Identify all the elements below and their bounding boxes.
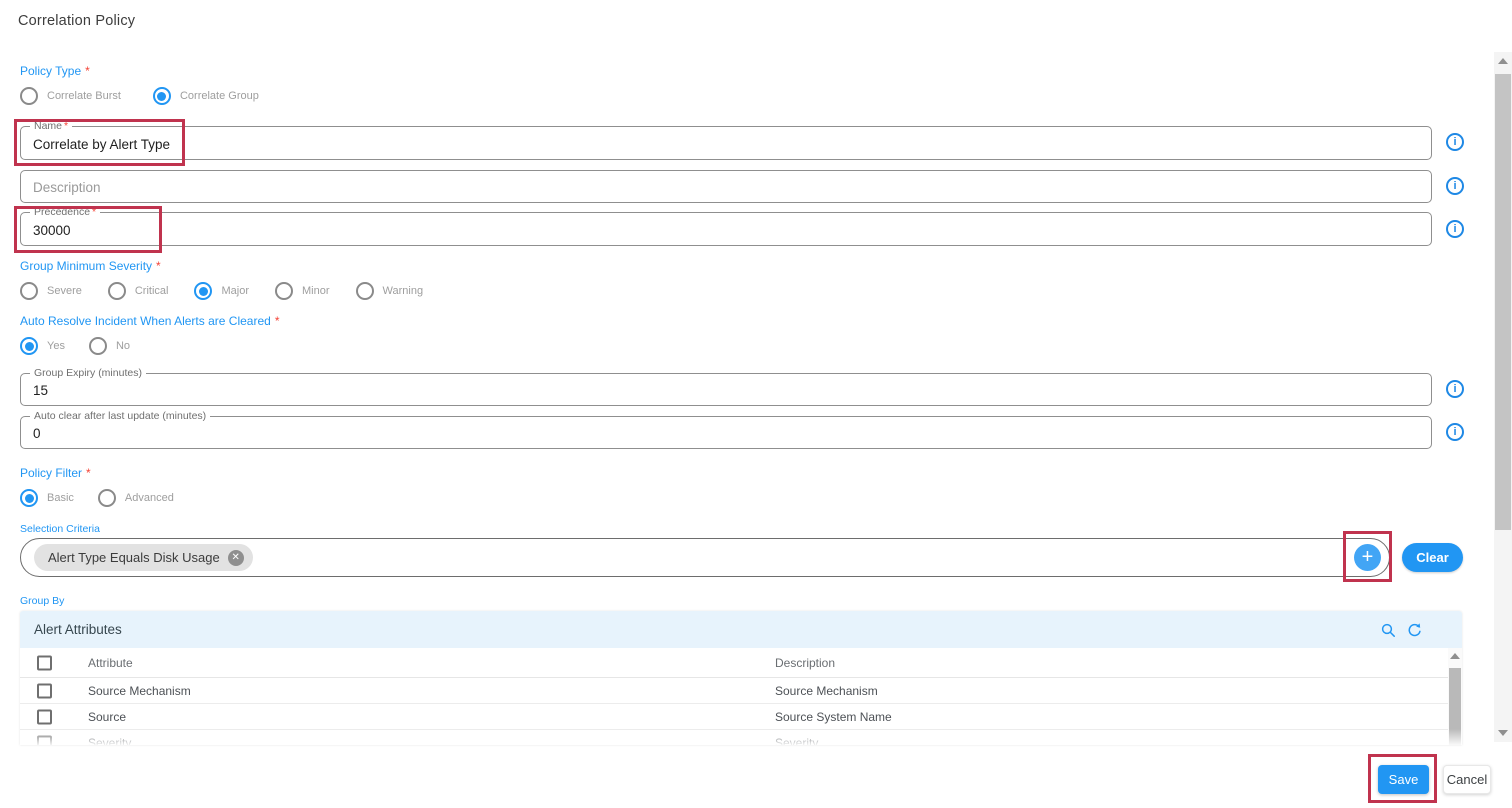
name-field-label: Name* (30, 120, 72, 132)
criteria-chip-label: Alert Type Equals Disk Usage (48, 550, 220, 565)
policy-type-label: Policy Type* (20, 64, 90, 78)
group-expiry-field[interactable]: Group Expiry (minutes) (20, 373, 1432, 406)
cancel-button[interactable]: Cancel (1443, 765, 1491, 794)
radio-icon (98, 489, 116, 507)
row-checkbox[interactable] (37, 709, 52, 724)
chip-close-icon[interactable]: ✕ (228, 550, 244, 566)
criteria-chip[interactable]: Alert Type Equals Disk Usage ✕ (34, 544, 253, 571)
radio-major[interactable]: Major (194, 282, 249, 300)
radio-icon (20, 282, 38, 300)
info-icon[interactable]: i (1446, 220, 1464, 238)
scroll-up-icon[interactable] (1450, 653, 1460, 659)
refresh-icon[interactable] (1406, 622, 1422, 638)
panel-toolbar (1380, 622, 1448, 638)
scrollbar-thumb[interactable] (1449, 668, 1461, 745)
radio-icon (108, 282, 126, 300)
policy-filter-radio-group: Basic Advanced (20, 489, 174, 507)
severity-label: Group Minimum Severity* (20, 259, 161, 273)
radio-correlate-burst[interactable]: Correlate Burst (20, 87, 121, 105)
radio-minor[interactable]: Minor (275, 282, 330, 300)
group-expiry-field-label: Group Expiry (minutes) (30, 367, 146, 379)
info-icon[interactable]: i (1446, 133, 1464, 151)
select-all-checkbox[interactable] (37, 655, 52, 670)
group-by-label: Group By (20, 595, 64, 607)
selection-criteria-container[interactable]: Alert Type Equals Disk Usage ✕ + (20, 538, 1390, 577)
precedence-input[interactable] (21, 213, 1401, 245)
radio-basic[interactable]: Basic (20, 489, 74, 507)
group-expiry-input[interactable] (21, 374, 1401, 405)
auto-resolve-label: Auto Resolve Incident When Alerts are Cl… (20, 314, 279, 328)
radio-selected-icon (20, 489, 38, 507)
selection-criteria-label: Selection Criteria (20, 523, 100, 535)
radio-selected-icon (194, 282, 212, 300)
radio-icon (275, 282, 293, 300)
scroll-down-icon[interactable] (1498, 730, 1508, 736)
description-column-header: Description (775, 656, 835, 670)
info-icon[interactable]: i (1446, 177, 1464, 195)
radio-icon (89, 337, 107, 355)
scrollbar-thumb[interactable] (1495, 74, 1511, 530)
auto-clear-input[interactable] (21, 417, 1401, 448)
alert-attributes-header: Alert Attributes (20, 611, 1462, 648)
attribute-column-header: Attribute (88, 656, 133, 670)
table-header-row: Attribute Description (20, 648, 1448, 678)
table-row[interactable]: Source Mechanism Source Mechanism (20, 678, 1448, 704)
correlation-policy-page: Correlation Policy Policy Type* Correlat… (0, 0, 1512, 808)
radio-icon (20, 87, 38, 105)
radio-no[interactable]: No (89, 337, 130, 355)
auto-clear-field-label: Auto clear after last update (minutes) (30, 410, 210, 422)
clear-button[interactable]: Clear (1402, 543, 1463, 572)
radio-warning[interactable]: Warning (356, 282, 424, 300)
radio-yes[interactable]: Yes (20, 337, 65, 355)
required-asterisk: * (85, 64, 90, 78)
severity-radio-group: Severe Critical Major Minor Warning (20, 282, 423, 300)
precedence-field-label: Precedence* (30, 206, 100, 218)
info-icon[interactable]: i (1446, 423, 1464, 441)
table-scrollbar[interactable] (1448, 648, 1462, 745)
page-title: Correlation Policy (18, 13, 135, 29)
table-row[interactable]: Severity Severity (20, 730, 1448, 745)
row-checkbox[interactable] (37, 735, 52, 745)
add-criteria-button[interactable]: + (1354, 544, 1381, 571)
radio-severe[interactable]: Severe (20, 282, 82, 300)
policy-filter-label: Policy Filter* (20, 466, 91, 480)
search-icon[interactable] (1380, 622, 1396, 638)
name-input[interactable] (21, 127, 1401, 159)
page-scrollbar[interactable] (1494, 52, 1512, 742)
precedence-field[interactable]: Precedence* (20, 212, 1432, 246)
alert-attributes-panel: Alert Attributes Attribute Description S… (20, 611, 1462, 745)
scroll-up-icon[interactable] (1498, 58, 1508, 64)
description-input[interactable] (21, 171, 1401, 202)
name-field[interactable]: Name* (20, 126, 1432, 160)
auto-resolve-radio-group: Yes No (20, 337, 130, 355)
row-checkbox[interactable] (37, 683, 52, 698)
radio-advanced[interactable]: Advanced (98, 489, 174, 507)
radio-critical[interactable]: Critical (108, 282, 169, 300)
save-button[interactable]: Save (1378, 765, 1429, 794)
info-icon[interactable]: i (1446, 380, 1464, 398)
panel-title: Alert Attributes (34, 622, 122, 637)
policy-type-radio-group: Correlate Burst Correlate Group (20, 87, 259, 105)
radio-correlate-group[interactable]: Correlate Group (153, 87, 259, 105)
table-row[interactable]: Source Source System Name (20, 704, 1448, 730)
radio-icon (356, 282, 374, 300)
description-field[interactable] (20, 170, 1432, 203)
radio-selected-icon (153, 87, 171, 105)
auto-clear-field[interactable]: Auto clear after last update (minutes) (20, 416, 1432, 449)
radio-selected-icon (20, 337, 38, 355)
